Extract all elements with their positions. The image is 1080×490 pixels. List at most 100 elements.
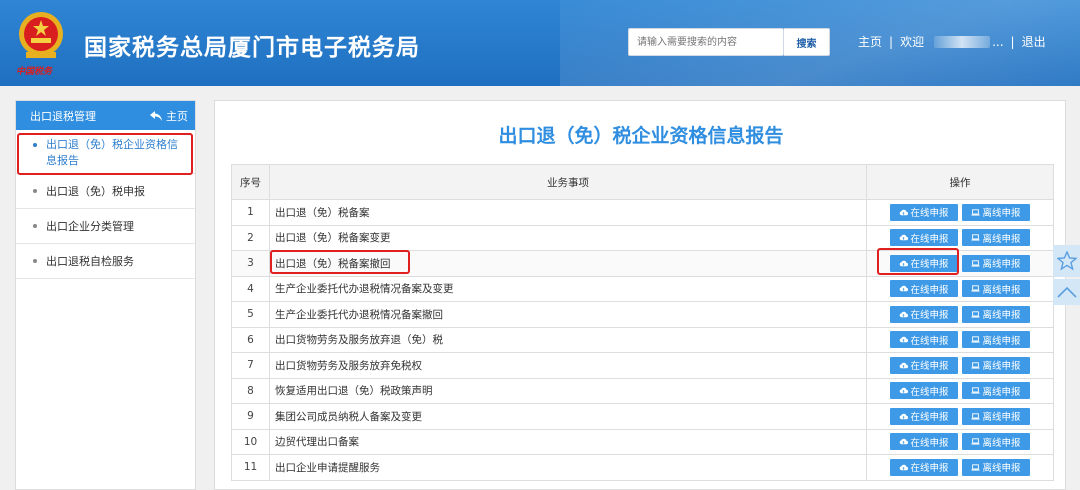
- tax-emblem-icon: [19, 12, 63, 58]
- nav-separator: |: [889, 34, 894, 49]
- table-row: 11 出口企业申请提醒服务 在线申报 离线申报: [231, 454, 1054, 481]
- sidebar-item-qualification-report[interactable]: 出口退（免）税企业资格信息报告: [16, 130, 195, 174]
- online-declare-button[interactable]: 在线申报: [890, 280, 958, 298]
- row-number: 5: [231, 301, 270, 328]
- row-number: 4: [231, 275, 270, 302]
- online-declare-button[interactable]: 在线申报: [890, 356, 958, 374]
- row-number: 6: [231, 326, 270, 353]
- offline-declare-button[interactable]: 离线申报: [962, 331, 1030, 349]
- online-declare-button[interactable]: 在线申报: [890, 458, 958, 476]
- sidebar-item-self-check[interactable]: 出口退税自检服务: [16, 244, 195, 279]
- online-declare-button[interactable]: 在线申报: [890, 203, 958, 221]
- cloud-upload-icon: [900, 286, 909, 292]
- row-item: 生产企业委托代办退税情况备案撤回: [269, 301, 867, 328]
- business-table: 序号 业务事项 操作 1 出口退（免）税备案 在线申报 离线申报 2 出口退（免）税备案变…: [231, 164, 1054, 481]
- row-item: 出口退（免）税备案变更: [269, 224, 867, 251]
- row-operations: 在线申报 离线申报: [866, 301, 1054, 328]
- offline-declare-label: 离线申报: [982, 361, 1021, 373]
- offline-declare-button[interactable]: 离线申报: [962, 203, 1030, 221]
- nav-user-ellipsis: ...: [992, 34, 1004, 49]
- column-header-number: 序号: [231, 164, 270, 200]
- online-declare-label: 在线申报: [910, 386, 949, 398]
- online-declare-button[interactable]: 在线申报: [890, 254, 958, 272]
- row-number: 9: [231, 403, 270, 430]
- laptop-icon: [971, 285, 981, 292]
- row-item: 出口企业申请提醒服务: [269, 454, 867, 481]
- row-operations: 在线申报 离线申报: [866, 199, 1054, 226]
- offline-declare-button[interactable]: 离线申报: [962, 305, 1030, 323]
- offline-declare-label: 离线申报: [982, 208, 1021, 220]
- online-declare-button[interactable]: 在线申报: [890, 331, 958, 349]
- offline-declare-label: 离线申报: [982, 284, 1021, 296]
- offline-declare-button[interactable]: 离线申报: [962, 382, 1030, 400]
- cloud-upload-icon: [900, 413, 909, 419]
- cloud-upload-icon: [900, 209, 909, 215]
- back-arrow-icon: [150, 110, 162, 121]
- nav-logout-link[interactable]: 退出: [1022, 33, 1046, 50]
- search-button[interactable]: 搜索: [784, 28, 830, 56]
- offline-declare-button[interactable]: 离线申报: [962, 458, 1030, 476]
- sidebar-item-declaration[interactable]: 出口退（免）税申报: [16, 174, 195, 209]
- bullet-icon: [33, 189, 37, 193]
- offline-declare-label: 离线申报: [982, 310, 1021, 322]
- laptop-icon: [971, 209, 981, 216]
- offline-declare-label: 离线申报: [982, 335, 1021, 347]
- online-declare-label: 在线申报: [910, 361, 949, 373]
- row-operations: 在线申报 离线申报: [866, 454, 1054, 481]
- row-number: 8: [231, 377, 270, 404]
- cloud-upload-icon: [900, 464, 909, 470]
- row-item: 出口退（免）税备案撤回: [269, 250, 867, 277]
- main-panel: 出口退（免）税企业资格信息报告 序号 业务事项 操作 1 出口退（免）税备案 在线申…: [214, 100, 1066, 490]
- sidebar-header: 出口退税管理 主页: [16, 101, 195, 130]
- online-declare-label: 在线申报: [910, 310, 949, 322]
- row-item: 出口货物劳务及服务放弃退（免）税: [269, 326, 867, 353]
- laptop-icon: [971, 336, 981, 343]
- offline-declare-button[interactable]: 离线申报: [962, 356, 1030, 374]
- offline-declare-button[interactable]: 离线申报: [962, 433, 1030, 451]
- online-declare-label: 在线申报: [910, 335, 949, 347]
- page-title: 出口退（免）税企业资格信息报告: [498, 125, 784, 147]
- offline-declare-button[interactable]: 离线申报: [962, 407, 1030, 425]
- table-row: 10 边贸代理出口备案 在线申报 离线申报: [231, 428, 1054, 455]
- scroll-top-chevron-icon[interactable]: [1053, 279, 1080, 305]
- bullet-icon: [33, 259, 37, 263]
- online-declare-label: 在线申报: [910, 412, 949, 424]
- sidebar-home-link[interactable]: 主页: [150, 108, 188, 124]
- online-declare-button[interactable]: 在线申报: [890, 229, 958, 247]
- online-declare-label: 在线申报: [910, 208, 949, 220]
- offline-declare-button[interactable]: 离线申报: [962, 280, 1030, 298]
- cloud-upload-icon: [900, 337, 909, 343]
- online-declare-label: 在线申报: [910, 284, 949, 296]
- table-row: 3 出口退（免）税备案撤回 在线申报 离线申报: [231, 250, 1054, 277]
- cloud-upload-icon: [900, 235, 909, 241]
- online-declare-button[interactable]: 在线申报: [890, 407, 958, 425]
- online-declare-button[interactable]: 在线申报: [890, 433, 958, 451]
- sidebar-home-label: 主页: [166, 109, 188, 123]
- online-declare-button[interactable]: 在线申报: [890, 305, 958, 323]
- sidebar-item-classification[interactable]: 出口企业分类管理: [16, 209, 195, 244]
- table-row: 9 集团公司成员纳税人备案及变更 在线申报 离线申报: [231, 403, 1054, 430]
- offline-declare-label: 离线申报: [982, 412, 1021, 424]
- column-header-operation: 操作: [866, 164, 1054, 200]
- online-declare-button[interactable]: 在线申报: [890, 382, 958, 400]
- laptop-icon: [971, 311, 981, 318]
- row-item: 生产企业委托代办退税情况备案及变更: [269, 275, 867, 302]
- table-row: 7 出口货物劳务及服务放弃免税权 在线申报 离线申报: [231, 352, 1054, 379]
- row-item: 出口货物劳务及服务放弃免税权: [269, 352, 867, 379]
- online-declare-label: 在线申报: [910, 463, 949, 475]
- laptop-icon: [971, 387, 981, 394]
- nav-home-link[interactable]: 主页: [858, 33, 882, 50]
- site-title: 国家税务总局厦门市电子税务局: [84, 35, 420, 61]
- favorite-star-icon[interactable]: [1053, 245, 1080, 277]
- row-operations: 在线申报 离线申报: [866, 224, 1054, 251]
- offline-declare-label: 离线申报: [982, 463, 1021, 475]
- row-number: 1: [231, 199, 270, 226]
- sidebar-item-label: 出口退税自检服务: [46, 255, 134, 268]
- offline-declare-button[interactable]: 离线申报: [962, 229, 1030, 247]
- offline-declare-button[interactable]: 离线申报: [962, 254, 1030, 272]
- row-number: 2: [231, 224, 270, 251]
- search-input[interactable]: [628, 28, 784, 56]
- offline-declare-label: 离线申报: [982, 233, 1021, 245]
- offline-declare-label: 离线申报: [982, 386, 1021, 398]
- row-item: 出口退（免）税备案: [269, 199, 867, 226]
